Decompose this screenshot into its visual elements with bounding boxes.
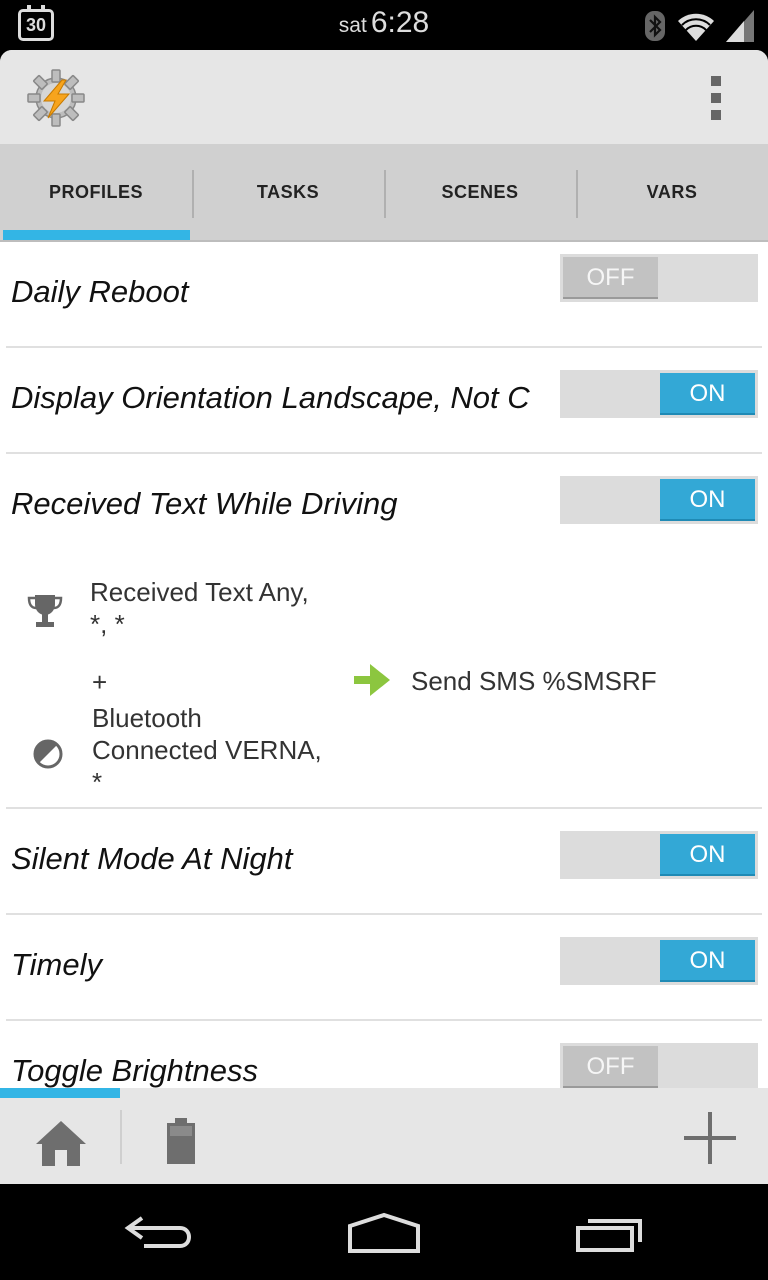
tab-vars[interactable]: VARS <box>576 144 768 240</box>
back-icon[interactable] <box>124 1212 196 1252</box>
profile-row[interactable]: Display Orientation Landscape, Not C ON <box>6 348 762 454</box>
profile-row[interactable]: Timely ON <box>6 915 762 1021</box>
profile-row-expanded[interactable]: Received Text While Driving ON Received … <box>6 454 762 809</box>
profile-toggle[interactable]: ON <box>560 370 758 418</box>
toggle-state: ON <box>660 373 755 415</box>
profile-row[interactable]: Daily Reboot OFF <box>6 242 762 348</box>
profile-row[interactable]: Toggle Brightness OFF <box>6 1021 762 1088</box>
app-window: PROFILES TASKS SCENES VARS Daily Reboot … <box>0 50 768 1184</box>
recents-icon[interactable] <box>574 1212 646 1254</box>
tab-bar: PROFILES TASKS SCENES VARS <box>0 144 768 242</box>
event-context[interactable]: Received Text Any, *, * <box>90 576 309 640</box>
battery-icon[interactable] <box>164 1116 198 1166</box>
overflow-menu-icon[interactable] <box>704 76 728 120</box>
tab-tasks[interactable]: TASKS <box>192 144 384 240</box>
bottom-tab-indicator <box>0 1088 120 1098</box>
action-bar <box>0 50 768 144</box>
status-time: 6:28 <box>370 6 430 39</box>
profile-name: Display Orientation Landscape, Not C <box>11 380 530 415</box>
toggle-state: ON <box>660 940 755 982</box>
profile-toggle[interactable]: ON <box>560 476 758 524</box>
tasker-gear-lightning-icon[interactable] <box>26 68 86 128</box>
profile-name: Silent Mode At Night <box>11 841 293 876</box>
tab-scenes[interactable]: SCENES <box>384 144 576 240</box>
wifi-icon <box>678 13 714 42</box>
event-trophy-icon <box>27 595 63 627</box>
profile-row[interactable]: Silent Mode At Night ON <box>6 809 762 915</box>
signal-icon <box>726 10 754 42</box>
profile-name: Toggle Brightness <box>11 1053 259 1088</box>
profile-name: Daily Reboot <box>11 274 189 309</box>
status-bar: 30 sat 6:28 <box>0 0 768 50</box>
profile-name: Received Text While Driving <box>11 486 398 521</box>
navigation-bar <box>0 1184 768 1280</box>
tab-profiles[interactable]: PROFILES <box>0 144 192 240</box>
toggle-state: OFF <box>563 1046 658 1088</box>
profile-name: Timely <box>11 947 103 982</box>
status-day: sat <box>338 14 367 37</box>
bottom-divider <box>120 1110 122 1164</box>
task-arrow-icon <box>354 664 390 696</box>
profile-toggle[interactable]: OFF <box>560 1043 758 1088</box>
entry-task[interactable]: Send SMS %SMSRF <box>411 666 657 697</box>
profile-toggle[interactable]: ON <box>560 831 758 879</box>
profile-toggle[interactable]: OFF <box>560 254 758 302</box>
home-icon[interactable] <box>34 1118 88 1168</box>
context-plus: + <box>92 667 108 697</box>
status-icons <box>644 8 754 42</box>
bluetooth-icon <box>645 11 665 41</box>
toggle-state: ON <box>660 834 755 876</box>
state-context-icon <box>33 739 63 769</box>
state-context[interactable]: Bluetooth Connected VERNA, * <box>92 702 322 798</box>
profile-list: Daily Reboot OFF Display Orientation Lan… <box>0 242 768 1088</box>
profile-details: Received Text Any, *, * + Bluetooth Conn… <box>6 560 762 807</box>
bottom-bar <box>0 1088 768 1184</box>
profile-toggle[interactable]: ON <box>560 937 758 985</box>
home-nav-icon[interactable] <box>346 1212 422 1254</box>
add-icon[interactable] <box>682 1110 738 1166</box>
toggle-state: OFF <box>563 257 658 299</box>
toggle-state: ON <box>660 479 755 521</box>
